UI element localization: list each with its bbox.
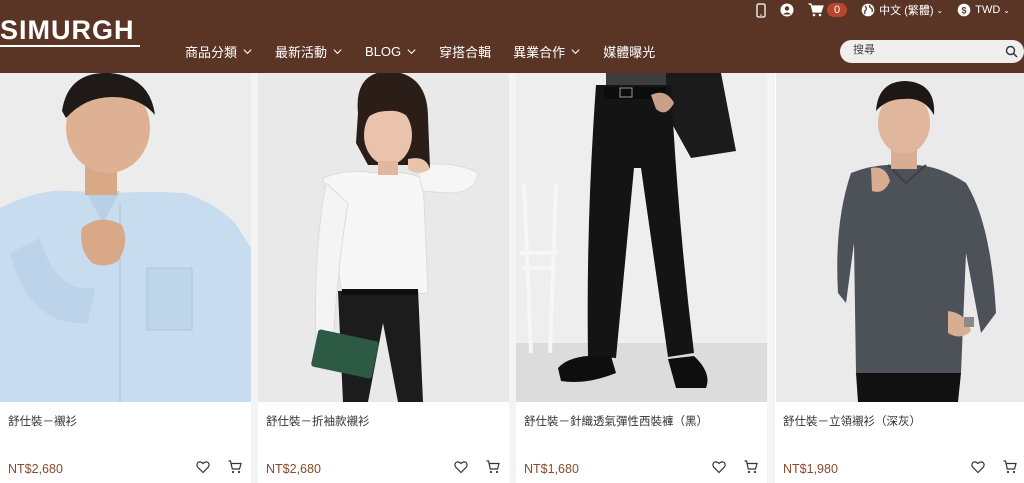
product-image[interactable] bbox=[775, 73, 1024, 402]
search-input[interactable] bbox=[853, 44, 993, 56]
product-name[interactable]: 舒仕裝－針織透氣彈性西裝褲（黑） bbox=[524, 413, 708, 429]
product-image[interactable] bbox=[258, 73, 509, 402]
nav-item-outfits[interactable]: 穿搭合輯 bbox=[439, 42, 491, 61]
add-to-cart-icon[interactable] bbox=[744, 460, 758, 474]
chevron-down-icon bbox=[571, 48, 580, 54]
nav-item-events[interactable]: 最新活動 bbox=[275, 42, 343, 61]
shopping-cart-icon bbox=[808, 3, 824, 17]
currency-label: TWD bbox=[975, 4, 1001, 16]
main-nav: 商品分類 最新活動 BLOG 穿搭合輯 異業合作 媒體曝光 bbox=[185, 40, 677, 62]
product-card[interactable]: 舒仕裝－襯衫 NT$2,680 bbox=[0, 73, 251, 483]
product-grid: 舒仕裝－襯衫 NT$2,680 舒仕裝－折袖款襯衫 NT$2,680 舒仕裝－針… bbox=[0, 73, 1024, 483]
globe-icon bbox=[861, 3, 875, 17]
nav-label: 媒體曝光 bbox=[603, 44, 656, 60]
mobile-button[interactable] bbox=[756, 2, 766, 18]
svg-text:$: $ bbox=[962, 6, 967, 16]
product-card[interactable]: 舒仕裝－立領襯衫（深灰） NT$1,980 bbox=[775, 73, 1024, 483]
user-icon bbox=[780, 3, 794, 17]
product-card[interactable]: 舒仕裝－折袖款襯衫 NT$2,680 bbox=[258, 73, 509, 483]
chevron-down-icon bbox=[407, 48, 416, 54]
language-label: 中文 (繁體) bbox=[879, 5, 934, 17]
language-selector[interactable]: 中文 (繁體) ⌄ bbox=[861, 2, 943, 18]
heart-icon[interactable] bbox=[196, 460, 210, 474]
chevron-down-icon bbox=[333, 48, 342, 54]
product-price: NT$1,980 bbox=[783, 462, 838, 476]
nav-label: 商品分類 bbox=[185, 44, 238, 60]
chevron-down-icon: ⌄ bbox=[936, 5, 944, 15]
site-header: SIMURGH 商品分類 最新活動 BLOG 穿搭合輯 異業合作 媒體曝光 0 … bbox=[0, 0, 1024, 73]
currency-selector[interactable]: $ TWD ⌄ bbox=[957, 3, 1010, 17]
mobile-phone-icon bbox=[756, 2, 766, 18]
product-price: NT$2,680 bbox=[266, 462, 321, 476]
logo[interactable]: SIMURGH bbox=[0, 16, 140, 50]
logo-text: SIMURGH bbox=[0, 15, 135, 45]
chevron-down-icon: ⌄ bbox=[1003, 5, 1010, 15]
nav-label: BLOG bbox=[365, 43, 402, 59]
product-name[interactable]: 舒仕裝－襯衫 bbox=[8, 413, 77, 429]
product-name[interactable]: 舒仕裝－立領襯衫（深灰） bbox=[783, 413, 921, 429]
product-card[interactable]: 舒仕裝－針織透氣彈性西裝褲（黑） NT$1,680 bbox=[516, 73, 767, 483]
product-name[interactable]: 舒仕裝－折袖款襯衫 bbox=[266, 413, 370, 429]
chevron-down-icon bbox=[243, 48, 252, 54]
cart-count-badge: 0 bbox=[827, 3, 848, 17]
nav-item-media[interactable]: 媒體曝光 bbox=[603, 42, 655, 61]
heart-icon[interactable] bbox=[712, 460, 726, 474]
utility-bar: 0 中文 (繁體) ⌄ $ TWD ⌄ bbox=[756, 0, 1024, 20]
logo-underline bbox=[0, 45, 140, 47]
cart-button[interactable]: 0 bbox=[808, 3, 848, 17]
search-icon[interactable] bbox=[1005, 45, 1018, 58]
product-image[interactable] bbox=[516, 73, 767, 402]
dollar-icon: $ bbox=[957, 3, 971, 17]
product-price: NT$2,680 bbox=[8, 462, 63, 476]
nav-item-collaboration[interactable]: 異業合作 bbox=[513, 42, 581, 61]
product-price: NT$1,680 bbox=[524, 462, 579, 476]
product-image[interactable] bbox=[0, 73, 251, 402]
nav-label: 異業合作 bbox=[513, 44, 566, 60]
search-box bbox=[840, 40, 1024, 63]
add-to-cart-icon[interactable] bbox=[228, 460, 242, 474]
add-to-cart-icon[interactable] bbox=[486, 460, 500, 474]
nav-item-categories[interactable]: 商品分類 bbox=[185, 42, 253, 61]
nav-label: 最新活動 bbox=[275, 44, 328, 60]
add-to-cart-icon[interactable] bbox=[1003, 460, 1017, 474]
heart-icon[interactable] bbox=[971, 460, 985, 474]
nav-item-blog[interactable]: BLOG bbox=[365, 44, 417, 59]
nav-label: 穿搭合輯 bbox=[439, 44, 492, 60]
heart-icon[interactable] bbox=[454, 460, 468, 474]
account-button[interactable] bbox=[780, 3, 794, 17]
